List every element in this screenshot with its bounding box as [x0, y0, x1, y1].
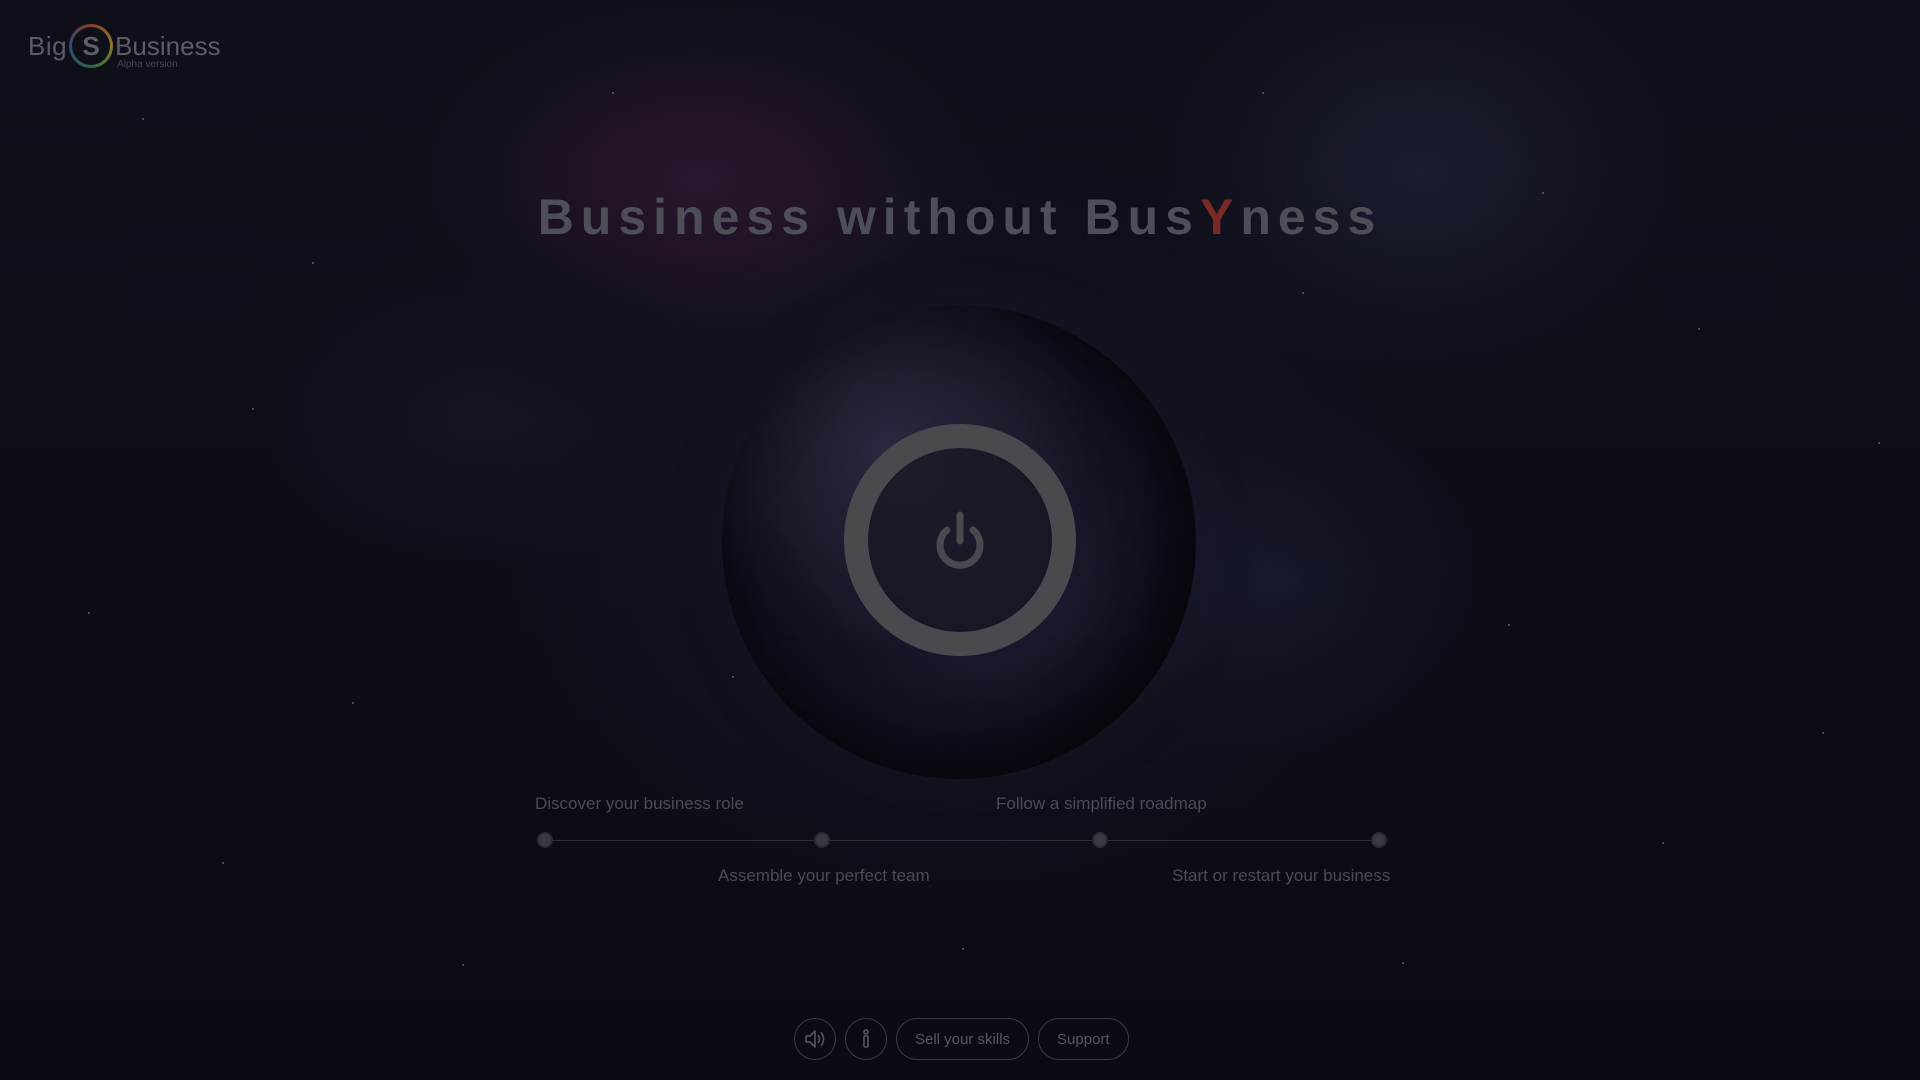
- info-icon: [863, 1029, 869, 1048]
- logo-subtitle: Alpha version: [117, 58, 178, 70]
- power-icon: [936, 511, 984, 569]
- logo-text-big: Big: [28, 30, 68, 61]
- logo-text-business: Business Alpha version: [115, 30, 221, 70]
- logo-business-label: Business: [115, 30, 221, 61]
- roadmap-step-2-label: Assemble your perfect team: [718, 866, 930, 885]
- logo-letter: S: [82, 31, 100, 61]
- roadmap-step-3-label: Follow a simplified roadmap: [996, 794, 1207, 813]
- page-headline: Business without BusYness: [0, 188, 1920, 246]
- info-button[interactable]: [845, 1018, 887, 1060]
- power-button[interactable]: [844, 424, 1076, 656]
- roadmap-line: [545, 840, 1379, 841]
- support-button[interactable]: Support: [1038, 1018, 1129, 1060]
- bottom-toolbar: Sell your skills Support: [794, 1018, 1129, 1060]
- roadmap-node-1[interactable]: [537, 832, 553, 848]
- landing-screen: Big S Business Alpha version Business wi…: [0, 0, 1920, 1080]
- logo-ring-icon: S: [69, 24, 113, 68]
- headline-part-1: Business without Bus: [537, 189, 1200, 245]
- sell-your-skills-button[interactable]: Sell your skills: [896, 1018, 1030, 1060]
- app-logo[interactable]: Big S Business Alpha version: [28, 20, 221, 72]
- roadmap-node-2[interactable]: [814, 832, 830, 848]
- sound-toggle-button[interactable]: [794, 1018, 836, 1060]
- roadmap-step-1-label: Discover your business role: [535, 794, 744, 813]
- roadmap-step-4-label: Start or restart your business: [1172, 866, 1391, 885]
- headline-accent-letter: Y: [1199, 189, 1241, 245]
- headline-part-2: ness: [1240, 189, 1383, 245]
- speaker-icon: [805, 1030, 825, 1048]
- roadmap-node-3[interactable]: [1092, 832, 1108, 848]
- roadmap-node-4[interactable]: [1371, 832, 1387, 848]
